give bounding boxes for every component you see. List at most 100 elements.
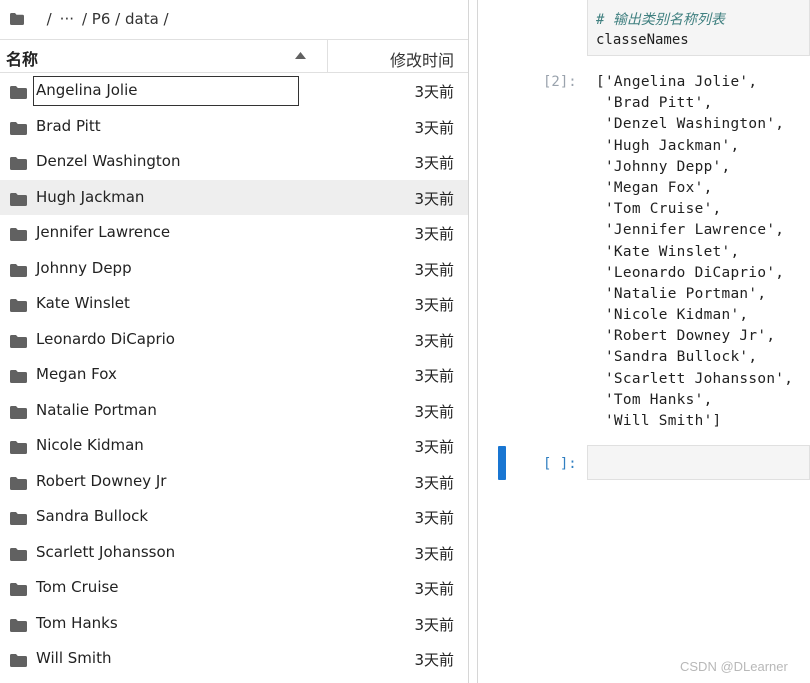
file-name: Nicole Kidman <box>36 436 144 454</box>
output-line: 'Scarlett Johansson', <box>596 370 794 387</box>
output-line: 'Tom Hanks', <box>596 391 713 408</box>
file-row[interactable]: Jennifer Lawrence 3天前 <box>0 215 468 251</box>
folder-icon <box>10 155 27 174</box>
file-list-header: 名称 修改时间 <box>0 39 468 73</box>
file-modified-time: 3天前 <box>414 580 454 598</box>
file-modified-time: 3天前 <box>414 225 454 243</box>
file-row[interactable]: Tom Cruise 3天前 <box>0 570 468 606</box>
output-line: 'Sandra Bullock', <box>596 349 758 366</box>
watermark: CSDN @DLearner <box>680 659 788 674</box>
file-row[interactable]: Hugh Jackman 3天前 <box>0 179 468 215</box>
active-cell-indicator <box>498 446 506 480</box>
file-row[interactable]: Johnny Depp 3天前 <box>0 251 468 287</box>
sort-ascending-icon[interactable] <box>295 52 306 59</box>
folder-icon <box>10 262 27 281</box>
file-row[interactable]: Will Smith 3天前 <box>0 641 468 677</box>
file-row[interactable]: Tom Hanks 3天前 <box>0 606 468 642</box>
file-row[interactable]: Leonardo DiCaprio 3天前 <box>0 322 468 358</box>
folder-icon <box>10 652 27 671</box>
output-line: 'Jennifer Lawrence', <box>596 222 785 239</box>
folder-icon <box>10 120 27 139</box>
file-name: Angelina Jolie <box>36 81 138 99</box>
folder-icon <box>10 191 27 210</box>
file-name: Denzel Washington <box>36 152 181 170</box>
file-modified-time: 3天前 <box>414 402 454 421</box>
file-modified-time: 3天前 <box>414 509 454 527</box>
file-row[interactable]: Robert Downey Jr 3天前 <box>0 464 468 500</box>
file-row[interactable]: Natalie Portman 3天前 <box>0 393 468 429</box>
notebook-panel: # 输出类别名称列表 classeNames [2]: ['Angelina J… <box>479 0 810 683</box>
folder-icon <box>10 368 27 387</box>
file-name: Jennifer Lawrence <box>36 223 171 241</box>
breadcrumb-separator: / <box>46 10 52 28</box>
folder-icon <box>10 439 27 458</box>
name-column-header[interactable]: 名称 <box>0 40 328 72</box>
file-row[interactable]: Denzel Washington 3天前 <box>0 144 468 180</box>
file-modified-time: 3天前 <box>414 615 454 634</box>
file-modified-time: 3天前 <box>414 651 454 669</box>
panel-splitter[interactable] <box>468 0 478 683</box>
file-name: Tom Cruise <box>36 578 119 596</box>
file-row[interactable]: Nicole Kidman 3天前 <box>0 428 468 464</box>
folder-icon <box>10 84 27 103</box>
file-modified-time: 3天前 <box>414 331 454 350</box>
file-name: Leonardo DiCaprio <box>36 329 175 348</box>
file-modified-time: 3天前 <box>414 83 454 101</box>
folder-icon <box>10 546 27 565</box>
input-prompt: [ ]: <box>543 456 577 472</box>
folder-icon <box>10 475 27 494</box>
output-line: 'Will Smith'] <box>596 413 722 429</box>
output-line: 'Denzel Washington', <box>596 116 785 133</box>
folder-icon <box>10 510 27 529</box>
file-name: Natalie Portman <box>36 400 157 419</box>
output-line: 'Natalie Portman', <box>596 285 767 302</box>
folder-icon <box>10 617 27 636</box>
file-name: Johnny Depp <box>36 258 132 277</box>
file-name: Robert Downey Jr <box>36 471 167 490</box>
file-modified-time: 3天前 <box>414 154 454 172</box>
cell-output: ['Angelina Jolie', 'Brad Pitt', 'Denzel … <box>596 72 793 432</box>
name-column-label: 名称 <box>6 50 39 69</box>
code-line: classeNames <box>596 32 689 48</box>
file-row[interactable]: Megan Fox 3天前 <box>0 357 468 393</box>
file-list: Angelina Jolie 3天前 Brad Pitt 3天前 Denzel Wash… <box>0 73 468 677</box>
file-name: Will Smith <box>36 649 112 667</box>
file-row[interactable]: Sandra Bullock 3天前 <box>0 499 468 535</box>
folder-icon <box>10 581 27 600</box>
breadcrumb-path[interactable]: / P6 / data / <box>82 10 169 28</box>
file-name: Megan Fox <box>36 365 117 383</box>
file-modified-time: 3天前 <box>414 438 454 456</box>
file-row[interactable]: Scarlett Johansson 3天前 <box>0 535 468 571</box>
file-name: Hugh Jackman <box>36 187 145 206</box>
file-row[interactable]: Brad Pitt 3天前 <box>0 109 468 145</box>
rename-input[interactable]: Angelina Jolie <box>33 76 299 106</box>
folder-icon <box>10 226 27 245</box>
file-name: Brad Pitt <box>36 116 101 135</box>
file-name: Kate Winslet <box>36 294 130 312</box>
code-cell[interactable]: # 输出类别名称列表 classeNames <box>587 0 810 56</box>
file-modified-time: 3天前 <box>414 189 454 208</box>
file-row[interactable]: Kate Winslet 3天前 <box>0 286 468 322</box>
file-name: Scarlett Johansson <box>36 542 176 561</box>
file-browser-panel: / ··· / P6 / data / 名称 修改时间 Angelina Jol… <box>0 0 468 683</box>
breadcrumb-ellipsis[interactable]: ··· <box>60 10 74 28</box>
file-name: Tom Hanks <box>36 613 118 632</box>
output-line: 'Kate Winslet', <box>596 243 740 260</box>
breadcrumb: / ··· / P6 / data / <box>0 0 468 38</box>
file-modified-time: 3天前 <box>414 367 454 385</box>
code-comment: # 输出类别名称列表 <box>596 12 725 28</box>
output-line: 'Hugh Jackman', <box>596 137 740 154</box>
modified-column-header[interactable]: 修改时间 <box>328 40 468 72</box>
output-line: 'Nicole Kidman', <box>596 307 749 324</box>
modified-column-label: 修改时间 <box>389 51 454 70</box>
file-row[interactable]: Angelina Jolie 3天前 <box>0 73 468 109</box>
output-line: ['Angelina Jolie', <box>596 74 758 90</box>
file-modified-time: 3天前 <box>414 260 454 279</box>
file-modified-time: 3天前 <box>414 544 454 563</box>
output-prompt: [2]: <box>543 74 577 90</box>
empty-code-cell[interactable] <box>587 445 810 480</box>
file-modified-time: 3天前 <box>414 296 454 314</box>
output-line: 'Megan Fox', <box>596 179 713 196</box>
output-line: 'Robert Downey Jr', <box>596 328 776 345</box>
output-line: 'Leonardo DiCaprio', <box>596 264 785 281</box>
